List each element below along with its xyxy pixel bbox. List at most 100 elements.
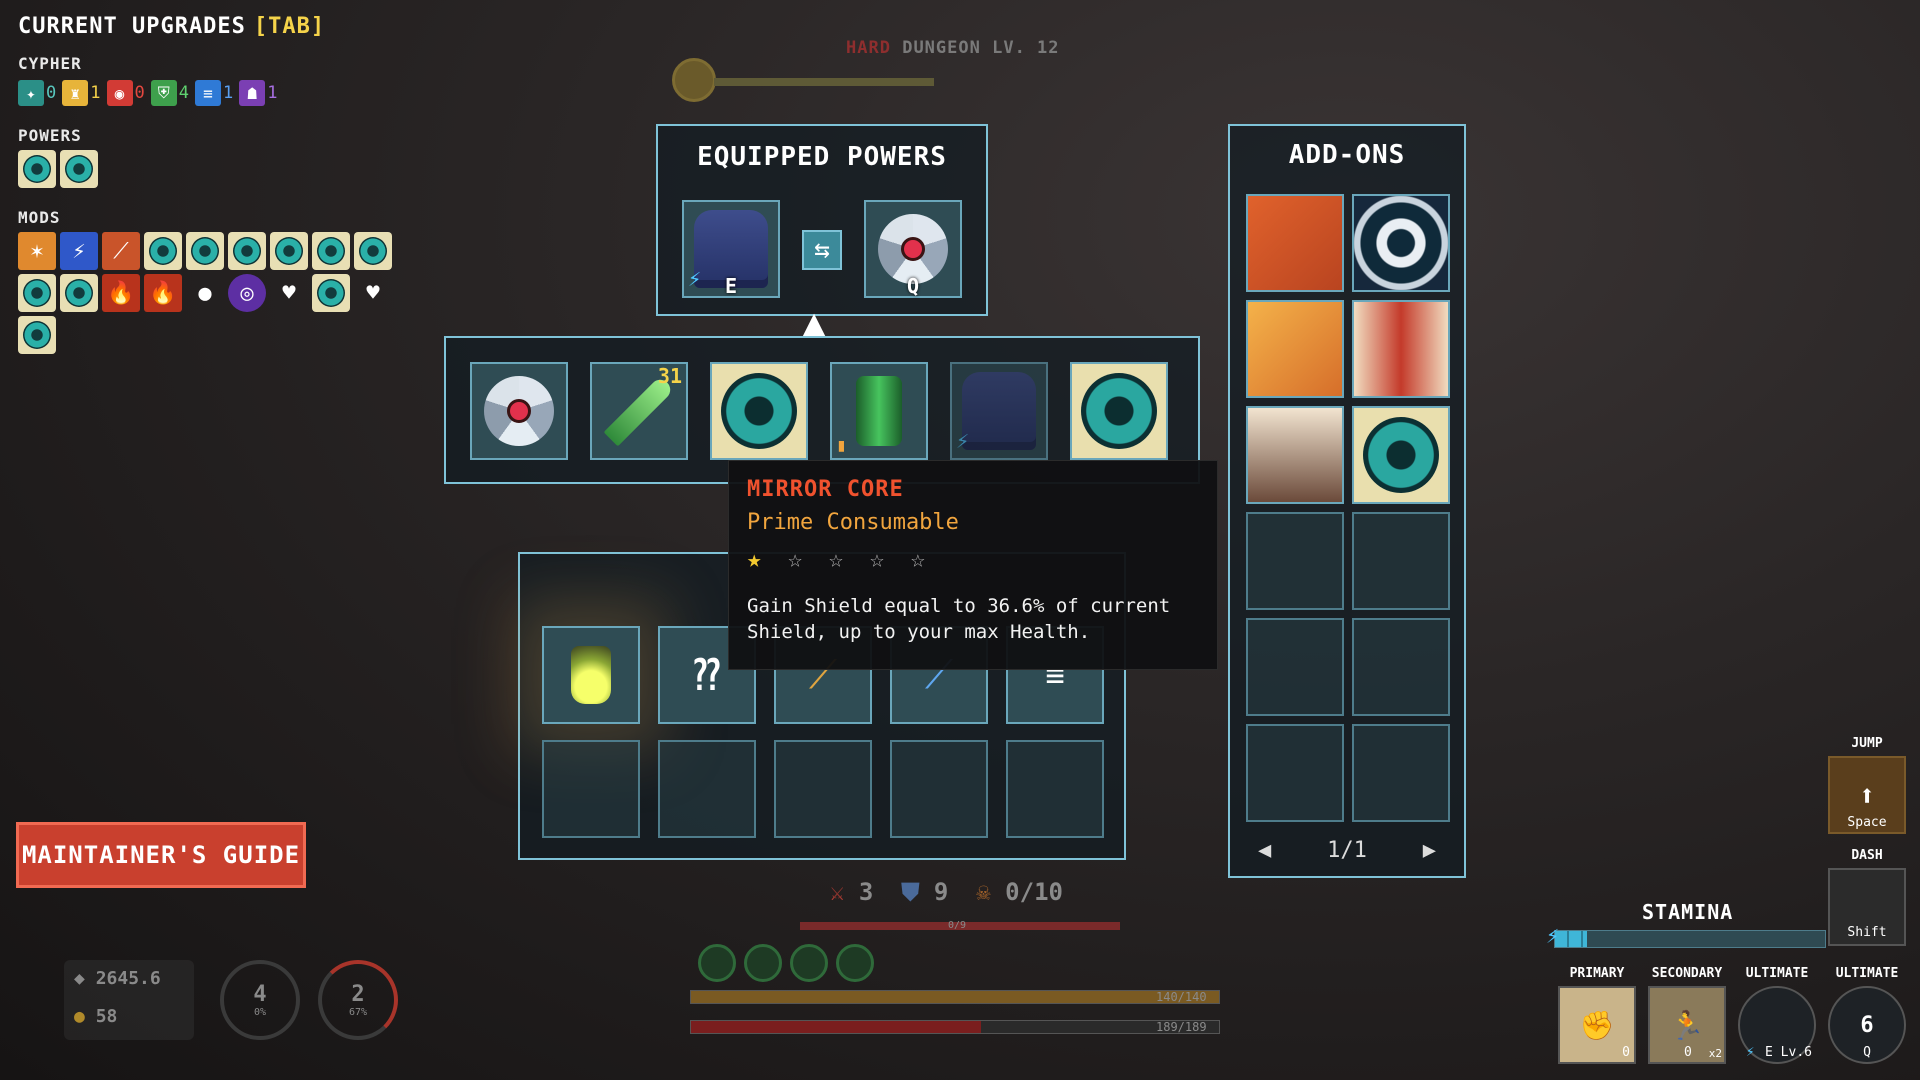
cooldown-2-value: 2 [351, 982, 365, 1007]
primary-key: 0 [1622, 1045, 1630, 1060]
power-ring-icon[interactable] [18, 150, 56, 188]
addon-slot[interactable] [1246, 618, 1344, 716]
score-row: ◆ 2645.6 [74, 968, 161, 989]
upgrades-title-text: CURRENT UPGRADES [18, 14, 246, 39]
mod-slash-icon[interactable]: ⟋ [102, 232, 140, 270]
shield-value: 9 [933, 878, 949, 906]
inventory-slot[interactable] [470, 362, 568, 460]
mod-ring-icon[interactable] [228, 232, 266, 270]
prev-page-icon[interactable]: ◀ [1258, 838, 1271, 863]
maintainers-guide-button[interactable]: MAINTAINER'S GUIDE [16, 822, 306, 888]
mod-fire-icon[interactable]: 🔥 [102, 274, 140, 312]
cypher-blue-icon: ≡ [195, 80, 221, 106]
addon-slot[interactable] [1352, 724, 1450, 822]
inventory-slot[interactable]: 31 [590, 362, 688, 460]
dungeon-level: LV. 12 [992, 38, 1060, 58]
mod-eye-icon[interactable]: ◎ [228, 274, 266, 312]
addon-slot[interactable] [1246, 512, 1344, 610]
mod-ring-icon[interactable] [144, 232, 182, 270]
addon-ring-icon[interactable] [1352, 406, 1450, 504]
dash-button[interactable]: Shift [1828, 868, 1906, 946]
cypher-item[interactable]: ✦ 0 [18, 80, 56, 106]
mod-heart-icon[interactable]: ♥ [354, 274, 392, 312]
secondary-skill-button[interactable]: 🏃 0 x2 [1648, 986, 1726, 1064]
mod-lightning-icon[interactable]: ⚡ [60, 232, 98, 270]
mod-ring-icon[interactable] [270, 232, 308, 270]
consumable-slot[interactable] [1006, 740, 1104, 838]
secondary-badge: x2 [1708, 1047, 1722, 1060]
dash-label: DASH [1851, 848, 1883, 863]
primary-skill-button[interactable]: ✊ 0 [1558, 986, 1636, 1064]
dungeon-label: HARD DUNGEON LV. 12 [846, 38, 1060, 58]
ring-icon [1363, 417, 1439, 493]
mod-fire-icon[interactable]: 🔥 [144, 274, 182, 312]
mod-ring-icon[interactable] [18, 316, 56, 354]
mod-ring-icon[interactable] [354, 232, 392, 270]
figure-icon: 🏃 [1669, 1008, 1705, 1042]
addon-slash-icon[interactable] [1246, 194, 1344, 292]
consumable-slot[interactable] [658, 740, 756, 838]
addon-flame-icon[interactable] [1352, 300, 1450, 398]
ultimate-1-button[interactable]: ⚡ E Lv.6 [1738, 986, 1816, 1064]
shield-stat: ⛊ 9 [901, 878, 948, 906]
dungeon-progress-bar [714, 78, 934, 86]
jump-key: Space [1847, 815, 1887, 830]
consumable-slot[interactable] [774, 740, 872, 838]
dungeon-name: DUNGEON [902, 38, 981, 58]
consumable-slot[interactable] [542, 626, 640, 724]
dungeon-difficulty: HARD [846, 38, 891, 58]
power-ring-icon[interactable] [60, 150, 98, 188]
skull-icon: ☠ [976, 878, 991, 906]
ultimate-2-label: ULTIMATE [1835, 966, 1899, 981]
cooldown-dial-2: 2 67% [318, 960, 398, 1040]
equipped-slot-e[interactable]: ⚡ E [682, 200, 780, 298]
consumable-slot[interactable] [890, 740, 988, 838]
inventory-slot[interactable]: ⚡ [950, 362, 1048, 460]
addons-grid [1246, 194, 1450, 822]
ring-item-icon[interactable] [1070, 362, 1168, 460]
addon-eye-icon[interactable] [1352, 194, 1450, 292]
inventory-row: 31 ▮ ⚡ [470, 362, 1168, 460]
page-indicator: 1/1 [1327, 838, 1367, 863]
addon-slot[interactable] [1352, 512, 1450, 610]
shield-icon: ⛊ [901, 878, 920, 906]
next-page-icon[interactable]: ▶ [1423, 838, 1436, 863]
inventory-slot[interactable]: ▮ [830, 362, 928, 460]
addon-beast-icon[interactable] [1246, 406, 1344, 504]
addon-slot[interactable] [1352, 618, 1450, 716]
cypher-item[interactable]: ♜ 1 [62, 80, 101, 106]
charge-orb-icon [790, 944, 828, 982]
cypher-item[interactable]: ◉ 0 [106, 80, 145, 106]
cypher-item[interactable]: ⛨ 4 [150, 80, 189, 106]
ultimate-2-button[interactable]: 6 Q [1828, 986, 1906, 1064]
mod-ring-icon[interactable] [312, 274, 350, 312]
cypher-item[interactable]: ☗ 1 [239, 80, 278, 106]
consumable-slot[interactable] [542, 740, 640, 838]
cypher-count: 0 [46, 83, 57, 103]
cypher-item[interactable]: ≡ 1 [195, 80, 233, 106]
addons-title: ADD-ONS [1288, 140, 1406, 170]
health-bar-fill [691, 1021, 982, 1033]
cooldown-1-pct: 0% [253, 1007, 267, 1018]
mod-person-icon[interactable]: ● [186, 274, 224, 312]
ring-item-icon[interactable] [710, 362, 808, 460]
tooltip-item-type: Prime Consumable [747, 510, 959, 535]
addon-hand-icon[interactable] [1246, 300, 1344, 398]
health-bar [690, 1020, 1220, 1034]
jump-button[interactable]: ⬆ Space [1828, 756, 1906, 834]
attack-value: 3 [858, 878, 874, 906]
coins-value: 58 [95, 1006, 118, 1027]
star-filled-icon: ★ [747, 545, 768, 573]
mod-ring-icon[interactable] [60, 274, 98, 312]
ultimate-2-value: 6 [1860, 1012, 1874, 1038]
mod-claw-icon[interactable]: ✶ [18, 232, 56, 270]
cypher-red-icon: ◉ [106, 80, 133, 106]
equipped-slot-q[interactable]: Q [864, 200, 962, 298]
energy-bar-fill [691, 991, 1219, 1003]
mod-heart-broken-icon[interactable]: ♥ [270, 274, 308, 312]
mod-ring-icon[interactable] [18, 274, 56, 312]
mod-ring-icon[interactable] [312, 232, 350, 270]
addon-slot[interactable] [1246, 724, 1344, 822]
mod-ring-icon[interactable] [186, 232, 224, 270]
swap-icon[interactable]: ⇆ [802, 230, 842, 270]
